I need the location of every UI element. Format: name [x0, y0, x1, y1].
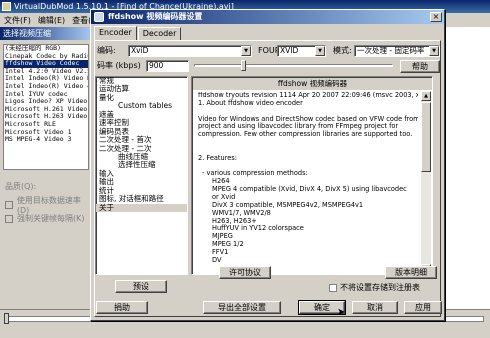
tab-encoder[interactable]: Encoder	[94, 26, 137, 40]
codec-list[interactable]: (未经压缩的 RGB) Cinepak Codec by Radius ffdsho…	[3, 44, 89, 170]
bitrate-slider-track[interactable]	[194, 64, 393, 67]
use-data-rate-checkbox[interactable]: 使用目标数据速率(D)	[5, 195, 91, 215]
info-line: 1. About ffdshow video encoder	[198, 98, 303, 107]
tab-decoder[interactable]: Decoder	[137, 27, 182, 40]
chevron-down-icon[interactable]: ▼	[315, 46, 325, 56]
scroll-up-icon[interactable]: ▲	[421, 91, 431, 101]
preset-button[interactable]: 预设	[115, 280, 167, 293]
encoder-select[interactable]: XviD ▼	[128, 45, 252, 57]
about-info-scrollbar[interactable]: ▲ ▼	[421, 91, 431, 274]
timeline-thumb[interactable]	[4, 313, 9, 324]
no-registry-checkbox[interactable]: 不将设置存储到注册表	[329, 282, 420, 293]
chevron-down-icon[interactable]: ▼	[429, 46, 439, 56]
license-button[interactable]: 许可协议	[219, 266, 271, 279]
ffdshow-title: ffdshow 视频编码器设置	[108, 12, 203, 21]
codec-list-item[interactable]: MS MPEG-4 Video 3	[4, 136, 88, 144]
tab-strip: Encoder Decoder	[94, 26, 182, 40]
settings-tree[interactable]: 常规 运动估算 量化 Custom tables 遮盖 速率控制 编码员表 二次处理 - 首次…	[95, 76, 188, 275]
fourcc-value: XVID	[280, 46, 299, 55]
menu-file[interactable]: 文件(F)	[4, 15, 31, 26]
mode-value: 一次处理 - 固定码率	[357, 46, 425, 55]
app-icon	[2, 2, 11, 11]
info-line: compression. Few other compression libra…	[198, 130, 413, 139]
close-icon[interactable]: ×	[430, 12, 442, 22]
bitrate-label: 码率 (kbps)	[97, 61, 141, 70]
checkbox-box[interactable]	[5, 201, 13, 209]
select-compression-dialog: 选择视频压缩 (未经压缩的 RGB) Cinepak Codec by Radiu…	[0, 27, 92, 338]
version-button[interactable]: 版本明细	[385, 266, 437, 279]
export-settings-button[interactable]: 导出全部设置	[203, 301, 281, 314]
cancel-button[interactable]: 取消	[352, 301, 398, 314]
select-compression-title: 选择视频压缩	[0, 27, 92, 40]
menu-edit[interactable]: 编辑(E)	[38, 15, 65, 26]
info-line	[198, 139, 418, 147]
donate-button[interactable]: 捐助	[96, 301, 148, 314]
apply-button[interactable]: 应用	[404, 301, 442, 314]
fourcc-select[interactable]: XVID ▼	[277, 45, 326, 57]
tree-item[interactable]: 关于	[96, 203, 187, 212]
ffdshow-titlebar: ffdshow 视频编码器设置	[91, 10, 444, 24]
mouse-pointer-icon: ➤	[337, 307, 346, 318]
checkbox-box[interactable]	[5, 214, 13, 223]
bitrate-slider-thumb[interactable]	[241, 60, 246, 71]
force-keyframes-checkbox[interactable]: 强制关键帧每隔(K)	[5, 213, 85, 224]
quality-label: 品质(Q):	[5, 182, 37, 191]
info-line: DV	[212, 255, 222, 264]
encoder-label: 编码:	[97, 46, 116, 55]
info-line: - various compression methods:	[202, 169, 308, 178]
info-line: MPEG 1/2	[212, 240, 244, 249]
checkbox-box[interactable]	[329, 283, 337, 292]
ffdshow-icon	[94, 12, 104, 22]
about-info-text: ffdshow tryouts revision 1114 Apr 20 200…	[198, 92, 418, 274]
help-button[interactable]: 帮助	[400, 60, 440, 73]
mode-select[interactable]: 一次处理 - 固定码率 ▼	[354, 45, 440, 57]
chevron-down-icon[interactable]: ▼	[241, 46, 251, 56]
about-info-header: ffdshow 视频编码器	[193, 78, 432, 90]
ffdshow-encoder-dialog: ffdshow 视频编码器设置 × Encoder Decoder 编码: Xv…	[90, 9, 445, 321]
bitrate-input[interactable]: 900	[146, 60, 189, 72]
use-data-rate-label: 使用目标数据速率(D)	[16, 196, 81, 215]
force-keyframes-label: 强制关键帧每隔(K)	[17, 214, 85, 223]
info-line: 2. Features:	[198, 153, 237, 162]
info-line: FFV1	[212, 247, 229, 256]
no-registry-label: 不将设置存储到注册表	[340, 283, 420, 292]
encoder-value: XviD	[131, 46, 149, 55]
mode-label: 模式:	[333, 46, 352, 55]
about-info-panel: ffdshow 视频编码器 ffdshow tryouts revision 1…	[191, 76, 433, 275]
scroll-thumb[interactable]	[421, 102, 431, 172]
